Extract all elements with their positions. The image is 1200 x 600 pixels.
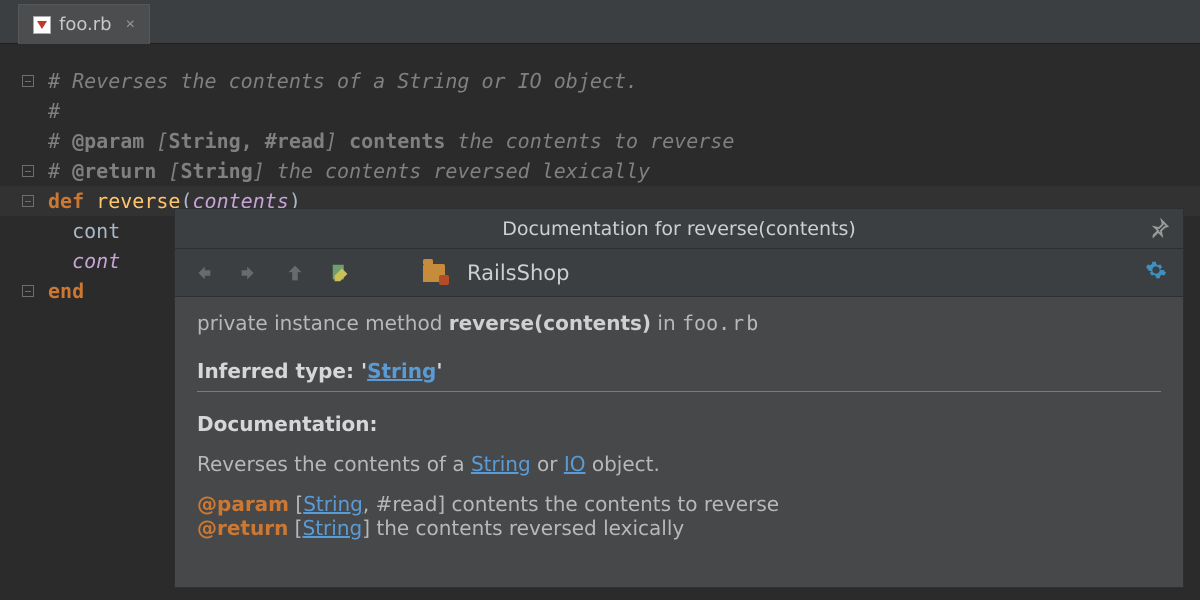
doc-popup-titlebar[interactable]: Documentation for reverse(contents) — [175, 209, 1183, 249]
code-text: end — [48, 279, 84, 303]
project-folder-icon — [423, 264, 445, 282]
gutter[interactable] — [8, 285, 48, 297]
return-type-link[interactable]: String — [303, 516, 363, 540]
doc-signature: private instance method reverse(contents… — [197, 311, 1161, 335]
return-rest: ] the contents reversed lexically — [362, 516, 684, 540]
fold-toggle-icon[interactable] — [22, 75, 34, 87]
forward-icon[interactable] — [237, 261, 261, 285]
summary-post: object. — [585, 452, 659, 476]
return-tag: @return — [197, 516, 288, 540]
sig-file: foo — [682, 311, 718, 335]
summary-pre: Reverses the contents of a — [197, 452, 471, 476]
code-line[interactable]: # — [0, 96, 1200, 126]
sig-ext: .rb — [718, 311, 760, 335]
param-type-link[interactable]: String — [303, 492, 363, 516]
pin-icon[interactable] — [1149, 217, 1171, 239]
yard-return: @return [String] the contents reversed l… — [197, 516, 1161, 540]
ruby-file-icon — [33, 16, 51, 34]
doc-toolbar: RailsShop — [175, 249, 1183, 297]
tab-filename: foo.rb — [59, 14, 112, 35]
param-tag: @param — [197, 492, 289, 516]
divider — [197, 391, 1161, 392]
sig-in: in — [651, 311, 682, 335]
code-line[interactable]: # @param [String, #read] contents the co… — [0, 126, 1200, 156]
gear-icon[interactable] — [1145, 259, 1167, 286]
gutter[interactable] — [8, 165, 48, 177]
close-tab-icon[interactable]: × — [120, 16, 135, 34]
edit-source-icon[interactable] — [329, 261, 353, 285]
code-text: cont — [48, 249, 120, 273]
code-text: cont — [48, 219, 120, 243]
file-tab-foo-rb[interactable]: foo.rb × — [18, 4, 150, 44]
yard-param: @param [String, #read] contents the cont… — [197, 492, 1161, 516]
io-link[interactable]: IO — [564, 452, 586, 476]
code-text: # — [48, 99, 60, 123]
fold-toggle-icon[interactable] — [22, 165, 34, 177]
doc-heading: Documentation: — [197, 412, 1161, 436]
code-line[interactable]: # Reverses the contents of a String or I… — [0, 66, 1200, 96]
code-line[interactable]: # @return [String] the contents reversed… — [0, 156, 1200, 186]
inferred-label: Inferred type: — [197, 359, 361, 383]
inferred-type-link[interactable]: String — [367, 359, 436, 383]
fold-toggle-icon[interactable] — [22, 195, 34, 207]
code-text: # @return [String] the contents reversed… — [48, 159, 650, 183]
gutter[interactable] — [8, 195, 48, 207]
code-text: # @param [String, #read] contents the co… — [48, 129, 734, 153]
doc-summary: Reverses the contents of a String or IO … — [197, 452, 1161, 476]
documentation-popup: Documentation for reverse(contents) Rail… — [174, 208, 1184, 588]
gutter[interactable] — [8, 75, 48, 87]
param-rest: , #read] contents the contents to revers… — [363, 492, 779, 516]
breadcrumb[interactable]: RailsShop — [467, 261, 569, 285]
up-icon[interactable] — [283, 261, 307, 285]
string-link[interactable]: String — [471, 452, 531, 476]
tab-bar: foo.rb × — [0, 0, 1200, 44]
doc-body: private instance method reverse(contents… — [175, 297, 1183, 540]
inferred-type-line: Inferred type: 'String' — [197, 359, 1161, 383]
back-icon[interactable] — [191, 261, 215, 285]
sig-name: reverse(contents) — [449, 311, 651, 335]
summary-mid: or — [531, 452, 564, 476]
code-text: # Reverses the contents of a String or I… — [48, 69, 638, 93]
sig-prefix: private instance method — [197, 311, 449, 335]
doc-popup-title: Documentation for reverse(contents) — [502, 218, 856, 240]
fold-toggle-icon[interactable] — [22, 285, 34, 297]
